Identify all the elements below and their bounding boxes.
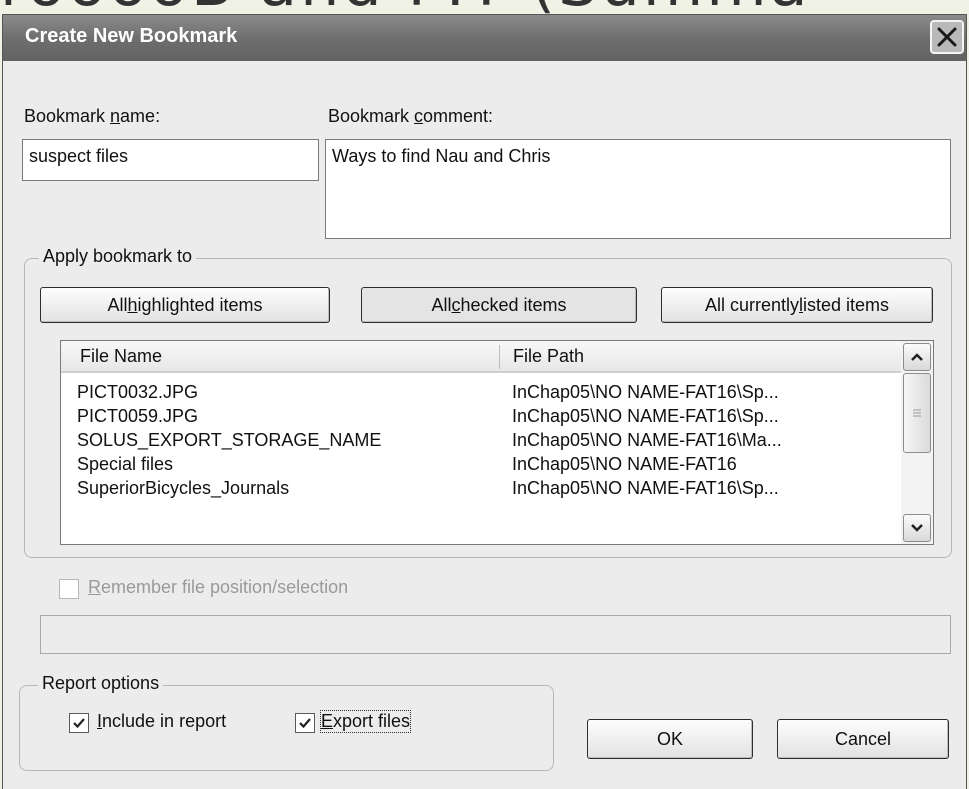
list-item[interactable]: SuperiorBicycles_Journals InChap05\NO NAM… — [61, 477, 933, 501]
column-file-path[interactable]: File Path — [513, 346, 584, 367]
cancel-button[interactable]: Cancel — [777, 719, 949, 759]
background-heading: rooooB and FIT (Summa — [0, 0, 969, 14]
position-field — [40, 615, 951, 654]
bookmark-name-input[interactable]: suspect files — [22, 139, 319, 181]
dialog-title: Create New Bookmark — [25, 25, 238, 47]
chevron-down-icon — [911, 524, 923, 532]
bookmark-comment-label: Bookmark comment: — [328, 106, 494, 126]
checkmark-icon — [299, 718, 311, 729]
include-in-report-checkbox[interactable] — [69, 713, 89, 733]
bookmark-comment-input[interactable]: Ways to find Nau and Chris — [325, 139, 951, 239]
include-in-report-label: Include in report — [97, 711, 227, 731]
checkmark-icon — [73, 718, 85, 729]
bookmark-name-label: Bookmark name: — [24, 106, 161, 126]
scroll-up-button[interactable] — [903, 343, 931, 371]
report-options-label: Report options — [38, 673, 164, 694]
scroll-thumb[interactable] — [903, 373, 931, 453]
list-item[interactable]: PICT0059.JPG InChap05\NO NAME-FAT16\Sp... — [61, 405, 933, 429]
list-item[interactable]: SOLUS_EXPORT_STORAGE_NAME InChap05\NO NAM… — [61, 429, 933, 453]
apply-bookmark-group-label: Apply bookmark to — [39, 246, 197, 267]
ok-button[interactable]: OK — [587, 719, 753, 759]
column-separator[interactable] — [499, 345, 500, 369]
vertical-scrollbar[interactable] — [901, 341, 933, 544]
all-highlighted-items-button[interactable]: All h ighlighted items — [40, 287, 330, 323]
scroll-down-button[interactable] — [903, 514, 931, 542]
export-files-checkbox[interactable] — [295, 713, 315, 733]
all-checked-items-button[interactable]: All c hecked items — [361, 287, 637, 323]
remember-position-checkbox[interactable] — [59, 579, 79, 599]
file-list[interactable]: File Name File Path PICT0032.JPG InChap05… — [60, 340, 934, 545]
column-file-name[interactable]: File Name — [80, 346, 162, 367]
create-bookmark-dialog: Create New Bookmark Bookmark name: suspe… — [2, 14, 967, 789]
file-list-header: File Name File Path — [61, 341, 933, 373]
list-item[interactable]: Special files InChap05\NO NAME-FAT16 — [61, 453, 933, 477]
export-files-label: Export files — [319, 710, 412, 733]
list-item[interactable]: PICT0032.JPG InChap05\NO NAME-FAT16\Sp... — [61, 381, 933, 405]
chevron-up-icon — [911, 353, 923, 361]
close-button[interactable] — [930, 20, 964, 54]
close-icon — [937, 27, 957, 47]
title-bar[interactable]: Create New Bookmark — [3, 15, 966, 61]
grip-icon — [913, 409, 921, 417]
remember-position-label: Remember file position/selection — [88, 577, 349, 597]
all-currently-listed-items-button[interactable]: All currently l isted items — [661, 287, 933, 323]
